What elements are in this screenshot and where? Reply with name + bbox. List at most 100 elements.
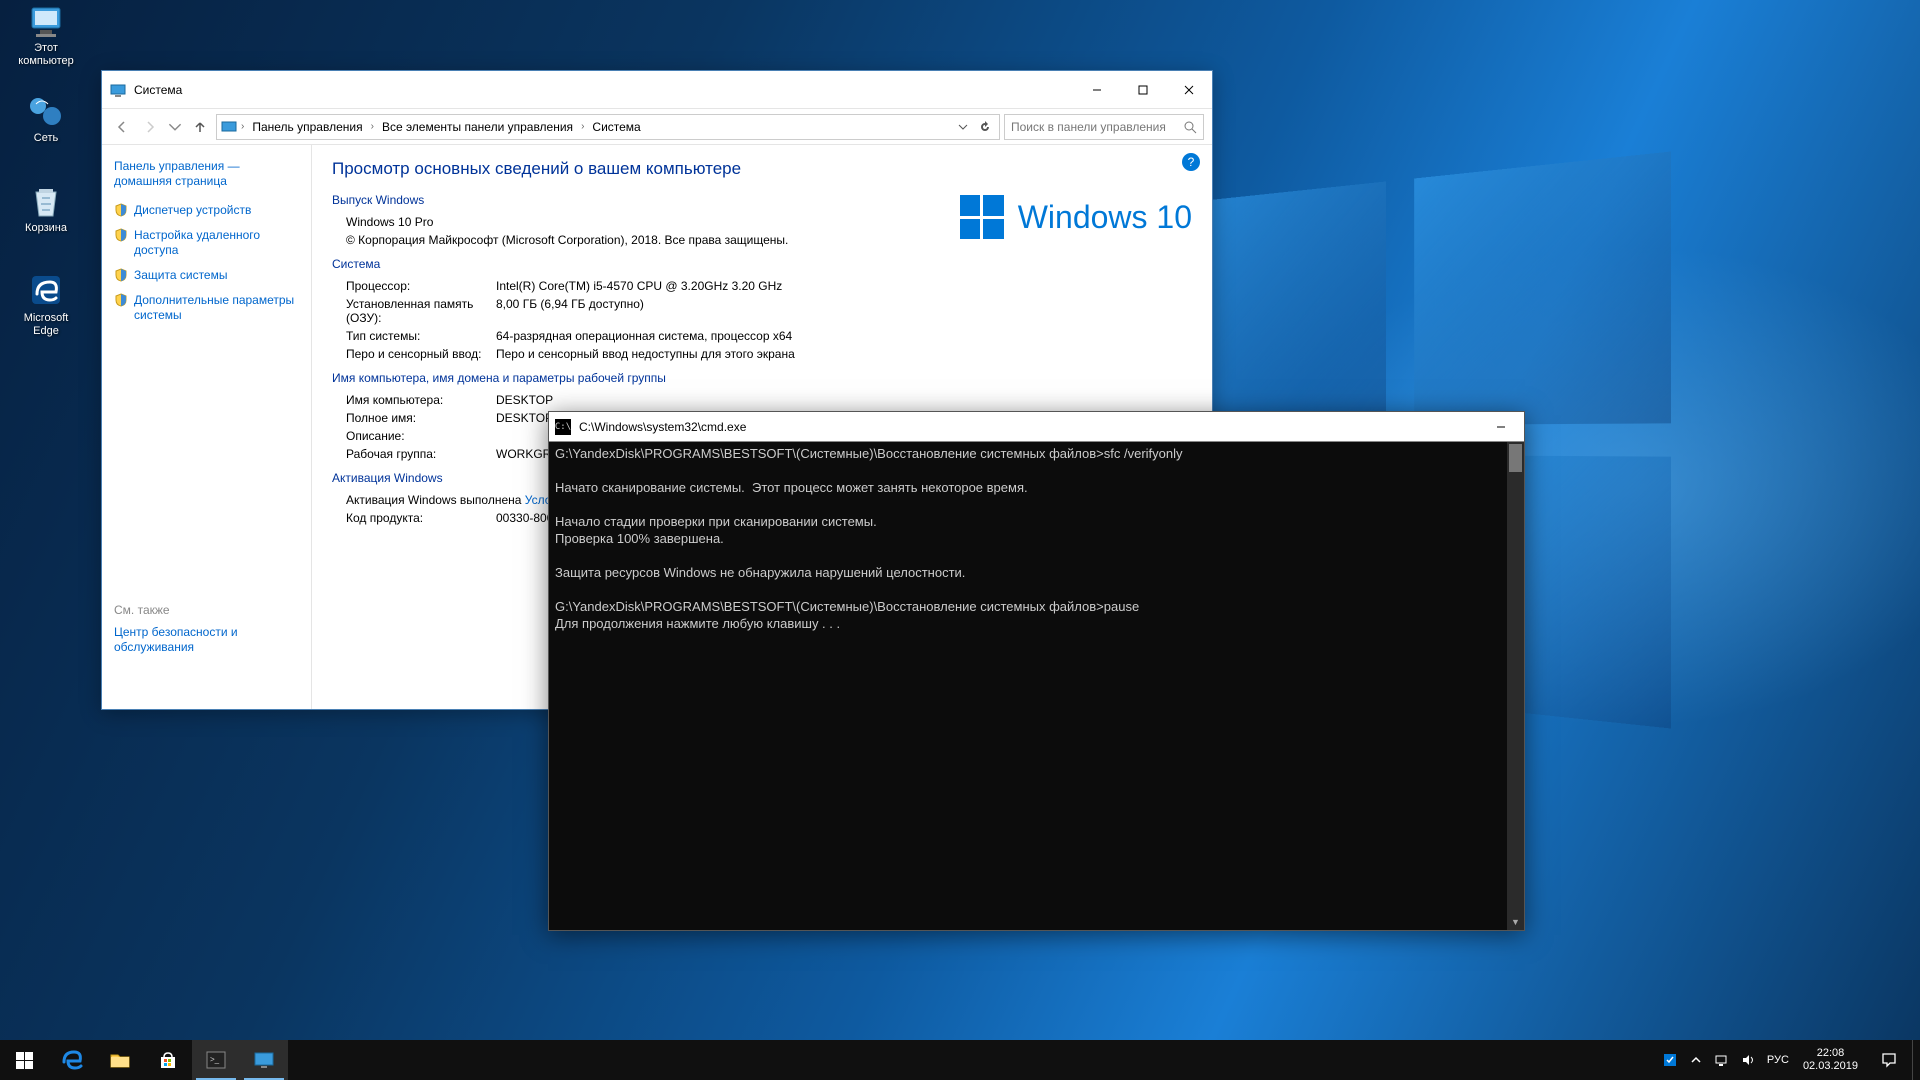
- address-dropdown-button[interactable]: [953, 115, 973, 139]
- remote-settings-link[interactable]: Настройка удаленного доступа: [114, 228, 299, 258]
- taskbar-cmd[interactable]: >_: [192, 1040, 240, 1080]
- minimize-button[interactable]: [1478, 412, 1524, 441]
- taskbar-explorer[interactable]: [96, 1040, 144, 1080]
- info-value: Intel(R) Core(TM) i5-4570 CPU @ 3.20GHz …: [496, 279, 1192, 293]
- nav-back-button[interactable]: [110, 115, 134, 139]
- refresh-button[interactable]: [975, 115, 995, 139]
- left-nav-pane: Панель управления — домашняя страница Ди…: [102, 145, 312, 709]
- desktop-icon-label: Сеть: [34, 132, 58, 145]
- store-icon: [157, 1049, 179, 1071]
- section-computer-name: Имя компьютера, имя домена и параметры р…: [332, 371, 1192, 385]
- scroll-thumb[interactable]: [1509, 444, 1522, 472]
- taskbar: >_ РУС 22:08 02.03.2019: [0, 1040, 1920, 1080]
- system-tray: РУС 22:08 02.03.2019: [1657, 1040, 1920, 1080]
- system-protection-link[interactable]: Защита системы: [114, 268, 299, 283]
- activation-status: Активация Windows выполнена: [346, 493, 525, 507]
- cmd-icon: C:\: [555, 419, 571, 435]
- desktop-icon-this-pc[interactable]: Этоткомпьютер: [8, 4, 84, 76]
- taskbar-store[interactable]: [144, 1040, 192, 1080]
- info-key: Тип системы:: [346, 329, 496, 343]
- nav-forward-button[interactable]: [138, 115, 162, 139]
- cmd-window: C:\ C:\Windows\system32\cmd.exe G:\Yande…: [548, 411, 1525, 931]
- desktop-icon-network[interactable]: Сеть: [8, 94, 84, 166]
- product-key-label: Код продукта:: [346, 511, 496, 525]
- tray-volume-icon[interactable]: [1735, 1040, 1761, 1080]
- chevron-right-icon: ›: [581, 121, 584, 132]
- tray-network-icon[interactable]: [1709, 1040, 1735, 1080]
- info-value: Перо и сенсорный ввод недоступны для это…: [496, 347, 1192, 361]
- info-key: Перо и сенсорный ввод:: [346, 347, 496, 361]
- control-panel-home-link[interactable]: Панель управления — домашняя страница: [114, 159, 299, 189]
- info-value: 64-разрядная операционная система, проце…: [496, 329, 1192, 343]
- desktop-icon-recycle-bin[interactable]: Корзина: [8, 184, 84, 256]
- info-key: Полное имя:: [346, 411, 496, 425]
- info-value: 8,00 ГБ (6,94 ГБ доступно): [496, 297, 1192, 325]
- help-button[interactable]: ?: [1182, 153, 1200, 171]
- chevron-right-icon: ›: [371, 121, 374, 132]
- section-system: Система: [332, 257, 1192, 271]
- scrollbar[interactable]: ▲ ▼: [1507, 442, 1524, 930]
- info-row: Тип системы:64-разрядная операционная си…: [332, 329, 1192, 343]
- page-heading: Просмотр основных сведений о вашем компь…: [332, 159, 1192, 179]
- window-titlebar[interactable]: Система: [102, 71, 1212, 109]
- folder-icon: [109, 1049, 131, 1071]
- windows-logo-icon: [960, 195, 1004, 239]
- see-also-label: См. также: [114, 603, 299, 617]
- desktop-icon-edge[interactable]: MicrosoftEdge: [8, 274, 84, 346]
- start-button[interactable]: [0, 1040, 48, 1080]
- info-key: Описание:: [346, 429, 496, 443]
- info-row: Установленная память (ОЗУ):8,00 ГБ (6,94…: [332, 297, 1192, 325]
- search-placeholder: Поиск в панели управления: [1011, 120, 1166, 134]
- nav-up-button[interactable]: [188, 115, 212, 139]
- shield-icon: [114, 203, 128, 217]
- shield-icon: [114, 228, 128, 242]
- network-icon: [26, 94, 66, 130]
- cmd-icon: >_: [205, 1049, 227, 1071]
- recycle-icon: [26, 184, 66, 220]
- search-icon: [1183, 120, 1197, 134]
- minimize-button[interactable]: [1074, 71, 1120, 108]
- desktop-icon-label: Этоткомпьютер: [18, 42, 73, 68]
- info-key: Установленная память (ОЗУ):: [346, 297, 496, 325]
- cmd-output[interactable]: G:\YandexDisk\PROGRAMS\BESTSOFT\(Системн…: [549, 442, 1524, 930]
- advanced-settings-link[interactable]: Дополнительные параметры системы: [114, 293, 299, 323]
- breadcrumb[interactable]: Панель управления: [248, 118, 366, 136]
- show-desktop-button[interactable]: [1912, 1040, 1918, 1080]
- breadcrumb[interactable]: Система: [588, 118, 644, 136]
- tray-chevron-up-icon[interactable]: [1683, 1040, 1709, 1080]
- svg-text:>_: >_: [210, 1055, 220, 1064]
- system-icon: [110, 82, 126, 98]
- device-manager-link[interactable]: Диспетчер устройств: [114, 203, 299, 218]
- tray-date: 02.03.2019: [1803, 1060, 1858, 1073]
- maximize-button[interactable]: [1120, 71, 1166, 108]
- tray-language[interactable]: РУС: [1761, 1054, 1795, 1066]
- tray-defender-icon[interactable]: [1657, 1040, 1683, 1080]
- security-center-link[interactable]: Центр безопасности и обслуживания: [114, 625, 299, 655]
- desktop-icon-label: MicrosoftEdge: [24, 312, 69, 338]
- tray-notifications[interactable]: [1866, 1040, 1912, 1080]
- pc-small-icon: [221, 119, 237, 135]
- info-key: Имя компьютера:: [346, 393, 496, 407]
- edge-icon: [26, 274, 66, 310]
- desktop-icons: Этоткомпьютер Сеть Корзина MicrosoftEdge: [8, 4, 88, 364]
- windows-start-icon: [16, 1052, 33, 1069]
- taskbar-control-panel[interactable]: [240, 1040, 288, 1080]
- scroll-down-icon[interactable]: ▼: [1507, 913, 1524, 930]
- info-value: DESKTOP: [496, 393, 1192, 407]
- chevron-right-icon: ›: [241, 121, 244, 132]
- shield-icon: [114, 268, 128, 282]
- close-button[interactable]: [1166, 71, 1212, 108]
- cmd-titlebar[interactable]: C:\ C:\Windows\system32\cmd.exe: [549, 412, 1524, 442]
- info-key: Процессор:: [346, 279, 496, 293]
- desktop-icon-label: Корзина: [25, 222, 67, 235]
- breadcrumb[interactable]: Все элементы панели управления: [378, 118, 577, 136]
- address-bar[interactable]: › Панель управления › Все элементы панел…: [216, 114, 1000, 140]
- edge-icon: [60, 1048, 84, 1072]
- taskbar-edge[interactable]: [48, 1040, 96, 1080]
- search-input[interactable]: Поиск в панели управления: [1004, 114, 1204, 140]
- tray-clock[interactable]: 22:08 02.03.2019: [1795, 1047, 1866, 1073]
- windows-10-logo: Windows 10: [960, 195, 1192, 239]
- navigation-bar: › Панель управления › Все элементы панел…: [102, 109, 1212, 145]
- pc-icon: [26, 4, 66, 40]
- nav-recent-button[interactable]: [166, 115, 184, 139]
